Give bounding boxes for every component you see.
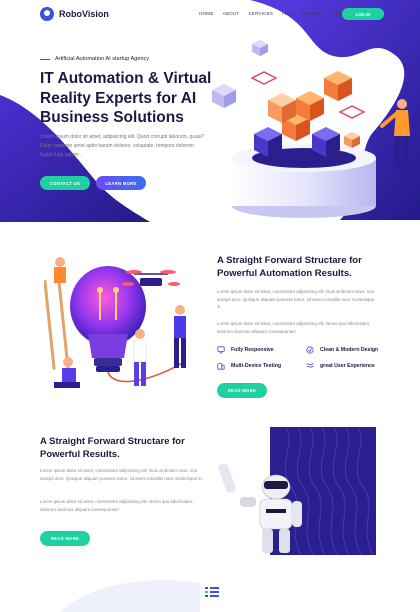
feature-fully-responsive: Fully Responsive [217,346,274,354]
hero-eyebrow: Artificial Automation AI startup Agency [40,56,149,62]
feature-multi-device: Multi-Device Testing [217,362,281,370]
main-nav: HOME ABOUT SERVICES FAQ PRICING CONTACT [199,11,354,16]
nav-item-home[interactable]: HOME [199,11,214,16]
person-figure [380,99,410,166]
design-icon [306,346,314,354]
section3-paragraph-1: Lorem ipsum dolor sit amet, consectetur … [40,468,204,481]
eyebrow-line [40,58,50,60]
nav-item-pricing[interactable]: PRICING [301,11,322,16]
devices-icon [217,363,225,370]
section2-title: A Straight Forward Structare for Powerfu… [217,255,362,279]
nav-item-about[interactable]: ABOUT [223,11,240,16]
logo-text: RoboVision [59,9,109,19]
responsive-icon [217,346,225,354]
section3-read-more-button[interactable]: READ MORE [40,531,90,546]
feature-label: Multi-Device Testing [231,363,282,369]
section2-read-more-button[interactable]: READ MORE [217,383,267,398]
nav-item-services[interactable]: SERVICES [248,11,273,16]
user-experience-icon [306,363,314,368]
hero-title: IT Automation & Virtual Reality Experts … [40,70,212,126]
eyebrow-text: Artificial Automation AI startup Agency [55,56,150,62]
list-icon [205,587,219,597]
feature-label: Fully Responsive [231,347,274,353]
hero-description: Lorem ipsum dolor sit amet, adipisicing … [40,134,205,158]
feature-clean-design: Clean & Modern Design [306,346,378,354]
feature-user-experience: great User Experience [306,362,375,370]
header: RoboVision HOME ABOUT SERVICES FAQ PRICI… [0,0,420,28]
cube-stack [212,40,366,157]
contact-us-button[interactable]: CONTACT US [40,176,90,190]
login-button[interactable]: LOG IN [342,8,384,20]
learn-more-button[interactable]: LEARN MORE [96,176,146,190]
section3-paragraph-2: Lorem ipsum dolor sit amet, consectetur … [40,499,194,512]
logo-icon [40,7,54,21]
section3-title: A Straight Forward Structare for Powerfu… [40,436,185,460]
robot-illustration [218,427,376,555]
nav-item-faq[interactable]: FAQ [282,11,292,16]
section2-paragraph-2: Lorem ipsum dolor sit amet, consectetur … [217,321,371,334]
feature-label: Clean & Modern Design [320,347,379,353]
lightbulb-illustration [44,257,186,388]
bottom-decoration [60,580,200,612]
section2-paragraph-1: Lorem ipsum dolor sit amet, consectetur … [217,289,375,310]
hero-illustration [212,40,410,218]
logo[interactable]: RoboVision [40,7,109,21]
feature-label: great User Experience [320,363,375,369]
